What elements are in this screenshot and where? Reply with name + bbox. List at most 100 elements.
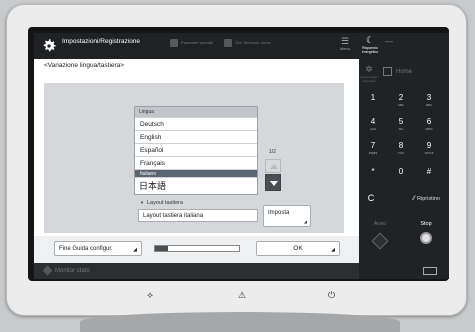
start-button[interactable]: Avvio xyxy=(361,221,399,261)
key-letters: DEF xyxy=(426,103,432,107)
menu-button[interactable]: ☰ Menu xyxy=(336,36,354,52)
key-digit: 1 xyxy=(370,93,376,102)
reset-button[interactable]: ⁄⁄ Ripristino xyxy=(413,196,447,202)
triangle-icon: ▼ xyxy=(140,200,144,205)
scroll-down-button[interactable] xyxy=(265,174,281,191)
home-icon xyxy=(383,67,392,76)
dash-indicator: — xyxy=(385,37,393,46)
corner-arrow-icon: ◢ xyxy=(303,219,307,224)
clear-button[interactable]: C xyxy=(365,193,377,203)
special-params-icon xyxy=(170,39,178,47)
down-arrow-icon xyxy=(270,181,278,186)
ok-label: OK xyxy=(293,245,303,252)
language-option-deutsch[interactable]: Deutsch xyxy=(135,117,257,130)
key-7[interactable]: 7 PQRS xyxy=(361,141,385,159)
language-list: Lingua Deutsch English Español Français … xyxy=(134,106,258,195)
settings-gear-icon xyxy=(43,39,56,52)
special-params-menu[interactable]: Parametri speciali xyxy=(170,39,213,47)
key-5[interactable]: 5 JKL xyxy=(389,117,413,135)
set-layout-label: Imposta xyxy=(268,210,290,216)
error-warning-icon: ⚠ xyxy=(238,290,247,300)
menu-icon: ☰ xyxy=(340,36,350,46)
status-diamond-icon xyxy=(42,265,53,276)
key-digit: * xyxy=(371,167,375,176)
top-bar: Impostazioni/Registrazione Parametri spe… xyxy=(34,33,359,59)
power-icon[interactable]: ⏻ xyxy=(328,290,335,301)
home-button[interactable]: Home xyxy=(383,67,441,76)
language-option-espanol[interactable]: Español xyxy=(135,143,257,156)
key-digit: 2 xyxy=(398,93,404,102)
key-digit: 3 xyxy=(426,93,432,102)
language-list-header: Lingua xyxy=(135,107,257,117)
key-2[interactable]: 2 ABC xyxy=(389,93,413,111)
key-9[interactable]: 9 WXYZ xyxy=(417,141,441,159)
key-digit: 0 xyxy=(398,167,404,176)
finish-guide-label: Fine Guida configur. xyxy=(59,246,113,252)
keyboard-icon[interactable] xyxy=(423,267,437,275)
reset-icon: ⁄⁄ xyxy=(413,196,416,202)
keyboard-layout-label: ▼ Layout tastiera xyxy=(140,200,183,206)
menu-label: Menu xyxy=(339,46,350,51)
key-star[interactable]: * xyxy=(361,167,385,185)
key-letters: ABC xyxy=(397,103,405,107)
language-option-english[interactable]: English xyxy=(135,130,257,143)
key-letters: PQRS xyxy=(368,151,378,155)
energy-saver-button[interactable]: ☾ Risparmio energetico xyxy=(359,33,381,61)
up-arrow-icon xyxy=(270,164,278,169)
key-letters: JKL xyxy=(398,127,404,131)
language-option-italiano[interactable]: Italiano xyxy=(135,169,257,177)
language-option-francais[interactable]: Français xyxy=(135,156,257,169)
key-hash[interactable]: # xyxy=(417,167,441,185)
key-digit: # xyxy=(426,167,432,176)
keyboard-layout-field[interactable]: Layout tastiera italiana xyxy=(138,209,258,222)
set-layout-button[interactable]: Imposta ◢ xyxy=(263,205,311,227)
key-letters: MNO xyxy=(425,127,433,131)
key-digit: 6 xyxy=(426,117,432,126)
key-digit: 7 xyxy=(370,141,376,150)
setup-progress-bar xyxy=(154,245,240,252)
touchscreen: Impostazioni/Registrazione Parametri spe… xyxy=(34,33,359,263)
device-base xyxy=(80,312,400,332)
language-option-japanese[interactable]: 日本語 xyxy=(135,177,257,191)
keyboard-layout-label-text: Layout tastiera xyxy=(146,200,184,206)
memorized-start-label: Ord. Memoriz. Avvio xyxy=(235,40,271,46)
key-letters: GHI xyxy=(370,127,376,131)
corner-arrow-icon: ◢ xyxy=(331,247,335,253)
key-letters: WXYZ xyxy=(424,151,434,155)
key-letters: TUV xyxy=(398,151,404,155)
device-monitor-label: Monitoraggio dispositivi xyxy=(360,75,378,83)
hardware-keypad: ☾ Risparmio energetico — ✲ Monitoraggio … xyxy=(359,33,449,279)
breadcrumb: <Variazione lingua/tastiera> xyxy=(44,62,125,69)
finish-guide-button[interactable]: Fine Guida configur. ◢ xyxy=(54,241,142,256)
key-4[interactable]: 4 GHI xyxy=(361,117,385,135)
status-monitor-button[interactable]: Monitor stato xyxy=(42,265,90,276)
breadcrumb-bar: <Variazione lingua/tastiera> xyxy=(34,59,359,73)
ok-button[interactable]: OK ◢ xyxy=(256,241,340,256)
stop-button[interactable]: Stop xyxy=(407,221,445,261)
key-digit: 8 xyxy=(398,141,404,150)
stop-icon xyxy=(420,232,432,244)
stop-label: Stop xyxy=(420,221,432,227)
moon-icon: ☾ xyxy=(365,35,375,45)
memorized-start-menu[interactable]: Ord. Memoriz. Avvio xyxy=(224,39,271,47)
device-monitor-button[interactable]: ✲ Monitoraggio dispositivi xyxy=(359,63,379,89)
status-bar: Monitor stato xyxy=(34,263,359,279)
key-3[interactable]: 3 DEF xyxy=(417,93,441,111)
key-digit: 4 xyxy=(370,117,376,126)
key-6[interactable]: 6 MNO xyxy=(417,117,441,135)
key-1[interactable]: 1 xyxy=(361,93,385,111)
app-title: Impostazioni/Registrazione xyxy=(62,38,141,45)
status-monitor-label: Monitor stato xyxy=(55,268,90,275)
monitor-gear-icon: ✲ xyxy=(365,64,373,74)
key-digit: 5 xyxy=(398,117,404,126)
start-label: Avvio xyxy=(373,221,387,227)
key-8[interactable]: 8 TUV xyxy=(389,141,413,159)
special-params-label: Parametri speciali xyxy=(181,40,213,46)
key-digit: 9 xyxy=(426,141,432,150)
key-0[interactable]: 0 xyxy=(389,167,413,185)
page-indicator: 1/2 xyxy=(269,149,276,155)
start-diamond-icon xyxy=(371,232,389,250)
memorized-start-icon xyxy=(224,39,232,47)
processing-data-icon: ⟡ xyxy=(147,290,153,300)
scroll-up-button[interactable] xyxy=(265,159,281,173)
